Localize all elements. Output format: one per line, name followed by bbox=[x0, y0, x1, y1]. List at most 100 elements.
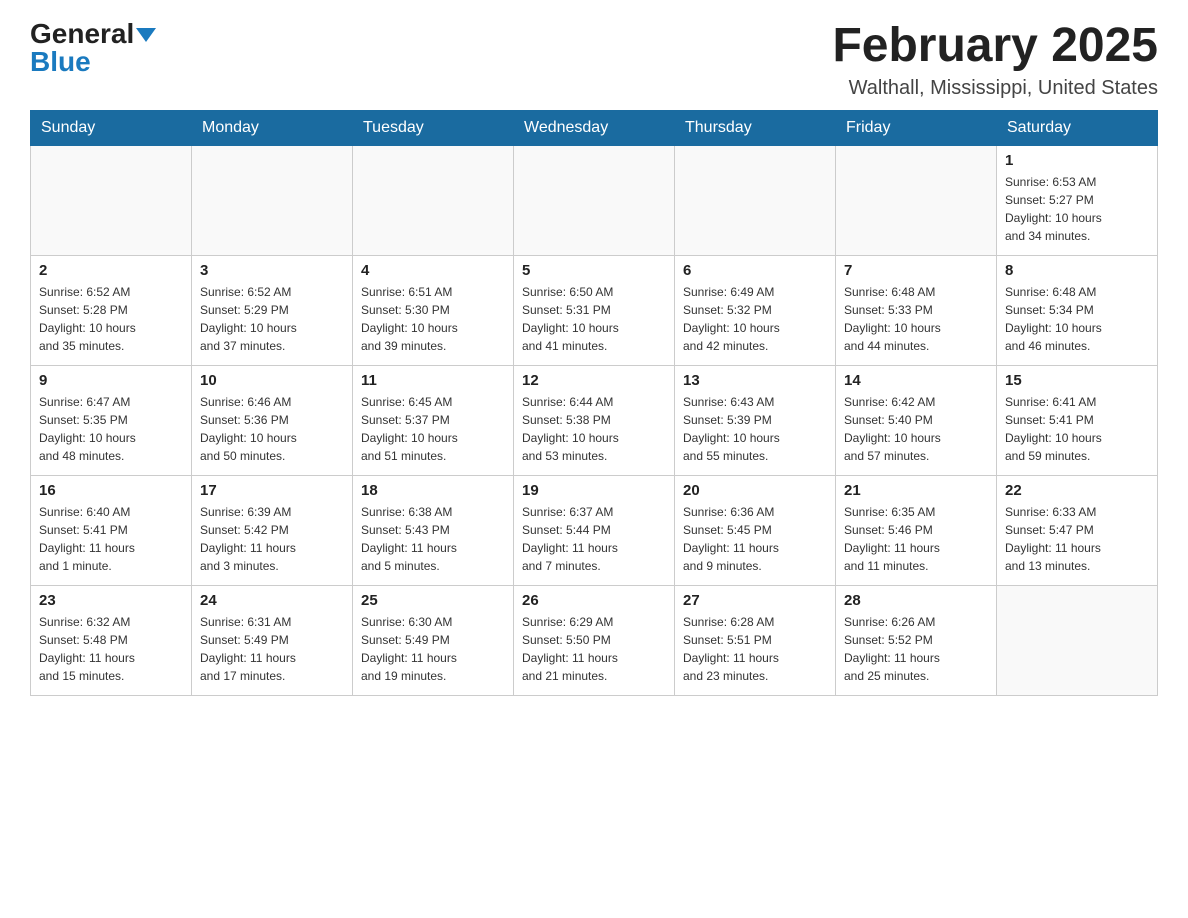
day-number: 18 bbox=[361, 482, 505, 499]
calendar-cell: 7 Sunrise: 6:48 AM Sunset: 5:33 PM Daylig… bbox=[836, 255, 997, 365]
day-info: Sunrise: 6:40 AM Sunset: 5:41 PM Dayligh… bbox=[39, 503, 183, 575]
calendar-cell: 14 Sunrise: 6:42 AM Sunset: 5:40 PM Dayli… bbox=[836, 365, 997, 475]
calendar-cell bbox=[514, 145, 675, 255]
calendar-cell bbox=[675, 145, 836, 255]
calendar-cell: 23Sunrise: 6:32 AM Sunset: 5:48 PM Dayli… bbox=[31, 585, 192, 695]
day-info: Sunrise: 6:26 AM Sunset: 5:52 PM Dayligh… bbox=[844, 613, 988, 685]
day-info: Sunrise: 6:47 AM Sunset: 5:35 PM Dayligh… bbox=[39, 393, 183, 465]
day-number: 27 bbox=[683, 592, 827, 609]
calendar-week-3: 9Sunrise: 6:47 AM Sunset: 5:35 PM Daylig… bbox=[31, 365, 1158, 475]
day-number: 12 bbox=[522, 372, 666, 389]
day-number: 24 bbox=[200, 592, 344, 609]
calendar-cell: 21 Sunrise: 6:35 AM Sunset: 5:46 PM Dayli… bbox=[836, 475, 997, 585]
calendar-cell bbox=[192, 145, 353, 255]
day-info: Sunrise: 6:45 AM Sunset: 5:37 PM Dayligh… bbox=[361, 393, 505, 465]
day-number: 7 bbox=[844, 262, 988, 279]
weekday-header-friday: Friday bbox=[836, 110, 997, 145]
day-info: Sunrise: 6:36 AM Sunset: 5:45 PM Dayligh… bbox=[683, 503, 827, 575]
day-info: Sunrise: 6:49 AM Sunset: 5:32 PM Dayligh… bbox=[683, 283, 827, 355]
calendar-cell: 2Sunrise: 6:52 AM Sunset: 5:28 PM Daylig… bbox=[31, 255, 192, 365]
weekday-header-saturday: Saturday bbox=[997, 110, 1158, 145]
location-title: Walthall, Mississippi, United States bbox=[832, 77, 1158, 100]
day-info: Sunrise: 6:48 AM Sunset: 5:34 PM Dayligh… bbox=[1005, 283, 1149, 355]
day-info: Sunrise: 6:43 AM Sunset: 5:39 PM Dayligh… bbox=[683, 393, 827, 465]
day-number: 11 bbox=[361, 372, 505, 389]
weekday-header-thursday: Thursday bbox=[675, 110, 836, 145]
calendar-body: 1 Sunrise: 6:53 AM Sunset: 5:27 PM Daylig… bbox=[31, 145, 1158, 695]
calendar-cell bbox=[31, 145, 192, 255]
day-info: Sunrise: 6:35 AM Sunset: 5:46 PM Dayligh… bbox=[844, 503, 988, 575]
day-number: 26 bbox=[522, 592, 666, 609]
day-info: Sunrise: 6:44 AM Sunset: 5:38 PM Dayligh… bbox=[522, 393, 666, 465]
calendar-cell: 16 Sunrise: 6:40 AM Sunset: 5:41 PM Dayli… bbox=[31, 475, 192, 585]
calendar-cell: 13 Sunrise: 6:43 AM Sunset: 5:39 PM Dayli… bbox=[675, 365, 836, 475]
title-block: February 2025 Walthall, Mississippi, Uni… bbox=[832, 20, 1158, 100]
calendar-cell: 24 Sunrise: 6:31 AM Sunset: 5:49 PM Dayli… bbox=[192, 585, 353, 695]
day-info: Sunrise: 6:42 AM Sunset: 5:40 PM Dayligh… bbox=[844, 393, 988, 465]
day-number: 22 bbox=[1005, 482, 1149, 499]
day-number: 20 bbox=[683, 482, 827, 499]
day-info: Sunrise: 6:53 AM Sunset: 5:27 PM Dayligh… bbox=[1005, 173, 1149, 245]
calendar-cell: 8 Sunrise: 6:48 AM Sunset: 5:34 PM Daylig… bbox=[997, 255, 1158, 365]
day-info: Sunrise: 6:30 AM Sunset: 5:49 PM Dayligh… bbox=[361, 613, 505, 685]
calendar-cell: 26 Sunrise: 6:29 AM Sunset: 5:50 PM Dayli… bbox=[514, 585, 675, 695]
day-info: Sunrise: 6:38 AM Sunset: 5:43 PM Dayligh… bbox=[361, 503, 505, 575]
logo-triangle-icon bbox=[136, 28, 156, 42]
calendar-cell: 20 Sunrise: 6:36 AM Sunset: 5:45 PM Dayli… bbox=[675, 475, 836, 585]
day-number: 13 bbox=[683, 372, 827, 389]
calendar-cell: 19Sunrise: 6:37 AM Sunset: 5:44 PM Dayli… bbox=[514, 475, 675, 585]
day-info: Sunrise: 6:52 AM Sunset: 5:29 PM Dayligh… bbox=[200, 283, 344, 355]
day-info: Sunrise: 6:48 AM Sunset: 5:33 PM Dayligh… bbox=[844, 283, 988, 355]
logo-blue-text: Blue bbox=[30, 46, 91, 77]
day-number: 28 bbox=[844, 592, 988, 609]
day-info: Sunrise: 6:39 AM Sunset: 5:42 PM Dayligh… bbox=[200, 503, 344, 575]
calendar-cell: 1 Sunrise: 6:53 AM Sunset: 5:27 PM Daylig… bbox=[997, 145, 1158, 255]
calendar-cell bbox=[997, 585, 1158, 695]
weekday-header-wednesday: Wednesday bbox=[514, 110, 675, 145]
day-info: Sunrise: 6:37 AM Sunset: 5:44 PM Dayligh… bbox=[522, 503, 666, 575]
weekday-row: SundayMondayTuesdayWednesdayThursdayFrid… bbox=[31, 110, 1158, 145]
day-info: Sunrise: 6:51 AM Sunset: 5:30 PM Dayligh… bbox=[361, 283, 505, 355]
day-number: 8 bbox=[1005, 262, 1149, 279]
day-info: Sunrise: 6:28 AM Sunset: 5:51 PM Dayligh… bbox=[683, 613, 827, 685]
day-number: 10 bbox=[200, 372, 344, 389]
calendar-cell bbox=[836, 145, 997, 255]
calendar-cell: 3 Sunrise: 6:52 AM Sunset: 5:29 PM Daylig… bbox=[192, 255, 353, 365]
calendar-cell bbox=[353, 145, 514, 255]
day-number: 25 bbox=[361, 592, 505, 609]
day-number: 15 bbox=[1005, 372, 1149, 389]
calendar-cell: 15Sunrise: 6:41 AM Sunset: 5:41 PM Dayli… bbox=[997, 365, 1158, 475]
calendar-cell: 25 Sunrise: 6:30 AM Sunset: 5:49 PM Dayli… bbox=[353, 585, 514, 695]
day-info: Sunrise: 6:33 AM Sunset: 5:47 PM Dayligh… bbox=[1005, 503, 1149, 575]
day-number: 3 bbox=[200, 262, 344, 279]
logo: General Blue bbox=[30, 20, 156, 76]
day-number: 21 bbox=[844, 482, 988, 499]
day-info: Sunrise: 6:32 AM Sunset: 5:48 PM Dayligh… bbox=[39, 613, 183, 685]
calendar-cell: 22 Sunrise: 6:33 AM Sunset: 5:47 PM Dayli… bbox=[997, 475, 1158, 585]
calendar-cell: 18 Sunrise: 6:38 AM Sunset: 5:43 PM Dayli… bbox=[353, 475, 514, 585]
calendar-header: SundayMondayTuesdayWednesdayThursdayFrid… bbox=[31, 110, 1158, 145]
calendar-cell: 12 Sunrise: 6:44 AM Sunset: 5:38 PM Dayli… bbox=[514, 365, 675, 475]
weekday-header-sunday: Sunday bbox=[31, 110, 192, 145]
day-info: Sunrise: 6:29 AM Sunset: 5:50 PM Dayligh… bbox=[522, 613, 666, 685]
calendar-cell: 5Sunrise: 6:50 AM Sunset: 5:31 PM Daylig… bbox=[514, 255, 675, 365]
weekday-header-monday: Monday bbox=[192, 110, 353, 145]
calendar-cell: 11 Sunrise: 6:45 AM Sunset: 5:37 PM Dayli… bbox=[353, 365, 514, 475]
day-number: 17 bbox=[200, 482, 344, 499]
day-number: 4 bbox=[361, 262, 505, 279]
day-info: Sunrise: 6:50 AM Sunset: 5:31 PM Dayligh… bbox=[522, 283, 666, 355]
calendar-cell: 10Sunrise: 6:46 AM Sunset: 5:36 PM Dayli… bbox=[192, 365, 353, 475]
day-number: 14 bbox=[844, 372, 988, 389]
calendar-cell: 17 Sunrise: 6:39 AM Sunset: 5:42 PM Dayli… bbox=[192, 475, 353, 585]
month-title: February 2025 bbox=[832, 20, 1158, 73]
calendar-cell: 4 Sunrise: 6:51 AM Sunset: 5:30 PM Daylig… bbox=[353, 255, 514, 365]
day-info: Sunrise: 6:31 AM Sunset: 5:49 PM Dayligh… bbox=[200, 613, 344, 685]
day-number: 16 bbox=[39, 482, 183, 499]
calendar-week-5: 23Sunrise: 6:32 AM Sunset: 5:48 PM Dayli… bbox=[31, 585, 1158, 695]
day-number: 1 bbox=[1005, 152, 1149, 169]
day-number: 2 bbox=[39, 262, 183, 279]
calendar-cell: 6 Sunrise: 6:49 AM Sunset: 5:32 PM Daylig… bbox=[675, 255, 836, 365]
day-number: 6 bbox=[683, 262, 827, 279]
logo-general-text: General bbox=[30, 18, 134, 49]
calendar-week-1: 1 Sunrise: 6:53 AM Sunset: 5:27 PM Daylig… bbox=[31, 145, 1158, 255]
